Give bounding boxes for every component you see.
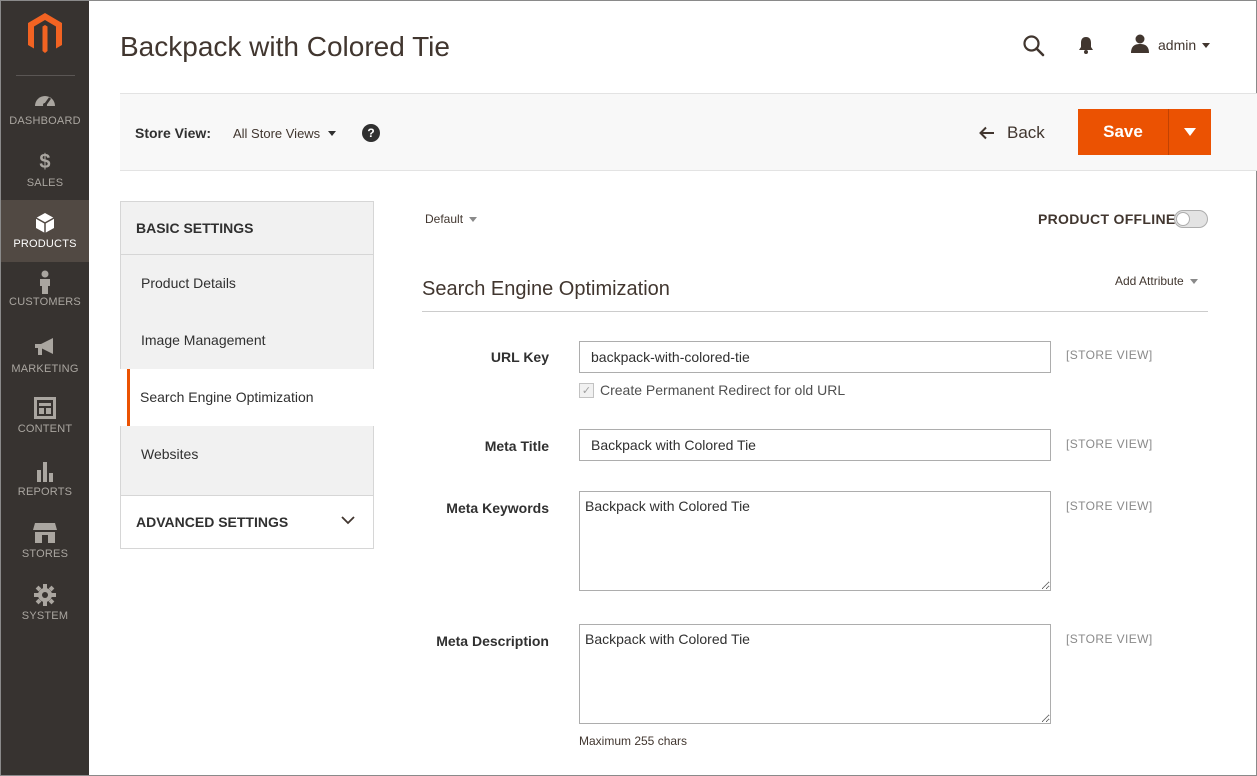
meta-keywords-textarea[interactable]: Backpack with Colored Tie bbox=[579, 491, 1051, 591]
storefront-icon bbox=[1, 522, 89, 546]
toggle-knob bbox=[1176, 212, 1190, 226]
save-options-toggle[interactable] bbox=[1169, 109, 1211, 155]
product-tabs: BASIC SETTINGS Product Details Image Man… bbox=[120, 201, 374, 549]
caret-down-icon bbox=[469, 216, 478, 222]
meta-description-label: Meta Description bbox=[436, 633, 549, 649]
nav-reports-label: REPORTS bbox=[17, 486, 73, 498]
store-view-switcher[interactable]: All Store Views bbox=[233, 126, 337, 141]
megaphone-icon bbox=[1, 337, 89, 361]
page-actions-bar: Store View: All Store Views ? Back Save bbox=[120, 93, 1257, 171]
meta-keywords-label: Meta Keywords bbox=[446, 500, 549, 516]
permanent-redirect-label: Create Permanent Redirect for old URL bbox=[600, 382, 846, 398]
gear-icon bbox=[1, 584, 89, 608]
search-icon[interactable] bbox=[1022, 34, 1046, 58]
tab-image-management[interactable]: Image Management bbox=[120, 312, 374, 369]
permanent-redirect-checkbox[interactable]: ✓ Create Permanent Redirect for old URL bbox=[579, 382, 845, 398]
advanced-settings-title: ADVANCED SETTINGS bbox=[136, 514, 289, 530]
back-label: Back bbox=[1007, 123, 1045, 142]
caret-down-icon bbox=[1189, 278, 1198, 284]
chevron-down-icon bbox=[1202, 42, 1211, 48]
section-title: Search Engine Optimization bbox=[422, 278, 670, 300]
back-button[interactable]: Back bbox=[979, 123, 1045, 143]
store-view-label: Store View: bbox=[135, 125, 211, 141]
nav-sales-label: SALES bbox=[26, 177, 64, 189]
nav-customers-label: CUSTOMERS bbox=[9, 296, 81, 308]
section-divider bbox=[422, 311, 1208, 312]
tab-websites[interactable]: Websites bbox=[120, 426, 374, 496]
nav-reports[interactable]: REPORTS bbox=[1, 460, 89, 522]
magento-logo-icon[interactable] bbox=[25, 11, 65, 55]
scope-tag: [STORE VIEW] bbox=[1066, 437, 1153, 451]
store-view-value: All Store Views bbox=[233, 126, 321, 141]
layout-icon bbox=[1, 397, 89, 421]
product-status-toggle[interactable] bbox=[1174, 210, 1208, 228]
arrow-left-icon bbox=[979, 126, 994, 140]
help-icon[interactable]: ? bbox=[362, 124, 380, 142]
tab-product-details[interactable]: Product Details bbox=[120, 255, 374, 312]
nav-products-label: PRODUCTS bbox=[13, 238, 77, 250]
checkmark-icon: ✓ bbox=[579, 382, 594, 398]
add-attribute-label: Add Attribute bbox=[1115, 274, 1184, 288]
page-title: Backpack with Colored Tie bbox=[120, 31, 450, 62]
scope-tag: [STORE VIEW] bbox=[1066, 632, 1153, 646]
nav-system-label: SYSTEM bbox=[21, 610, 69, 622]
meta-description-textarea[interactable]: Backpack with Colored Tie bbox=[579, 624, 1051, 724]
bell-icon[interactable] bbox=[1076, 35, 1096, 55]
scope-tag: [STORE VIEW] bbox=[1066, 499, 1153, 513]
nav-system[interactable]: SYSTEM bbox=[1, 584, 89, 646]
product-offline-label: PRODUCT OFFLINE bbox=[1038, 211, 1176, 227]
nav-stores-label: STORES bbox=[21, 548, 69, 560]
scope-switcher[interactable]: Default bbox=[425, 212, 478, 226]
save-button[interactable]: Save bbox=[1078, 109, 1169, 155]
max-chars-note: Maximum 255 chars bbox=[579, 734, 688, 748]
url-key-label: URL Key bbox=[490, 349, 549, 365]
save-button-group: Save bbox=[1078, 109, 1211, 155]
tab-search-engine-optimization[interactable]: Search Engine Optimization bbox=[127, 369, 374, 426]
dashboard-icon bbox=[1, 89, 89, 113]
sidebar-divider bbox=[16, 75, 75, 76]
meta-title-input[interactable] bbox=[579, 429, 1051, 461]
caret-down-icon bbox=[1184, 128, 1196, 136]
bar-chart-icon bbox=[1, 460, 89, 484]
chevron-down-icon bbox=[341, 516, 355, 525]
user-icon bbox=[1130, 33, 1150, 58]
nav-dashboard-label: DASHBOARD bbox=[9, 115, 81, 127]
user-menu[interactable]: admin bbox=[1130, 33, 1211, 58]
nav-dashboard[interactable]: DASHBOARD bbox=[1, 89, 89, 151]
cube-icon bbox=[1, 212, 89, 236]
nav-content-label: CONTENT bbox=[17, 423, 73, 435]
scope-switcher-value: Default bbox=[425, 212, 464, 226]
nav-products[interactable]: PRODUCTS bbox=[1, 200, 89, 262]
admin-sidebar: DASHBOARD $ SALES PRODUCTS CUSTOMERS MAR… bbox=[1, 1, 89, 775]
add-attribute-button[interactable]: Add Attribute bbox=[1115, 274, 1198, 288]
user-name: admin bbox=[1158, 37, 1197, 53]
nav-marketing[interactable]: MARKETING bbox=[1, 337, 89, 399]
chevron-down-icon bbox=[328, 131, 337, 136]
dollar-icon: $ bbox=[39, 151, 51, 173]
scope-tag: [STORE VIEW] bbox=[1066, 348, 1153, 362]
url-key-input[interactable] bbox=[579, 341, 1051, 373]
meta-title-label: Meta Title bbox=[484, 438, 549, 454]
nav-stores[interactable]: STORES bbox=[1, 522, 89, 584]
nav-customers[interactable]: CUSTOMERS bbox=[1, 270, 89, 332]
basic-settings-title: BASIC SETTINGS bbox=[120, 201, 374, 255]
nav-content[interactable]: CONTENT bbox=[1, 397, 89, 459]
nav-marketing-label: MARKETING bbox=[11, 363, 79, 375]
person-icon bbox=[1, 270, 89, 294]
advanced-settings-toggle[interactable]: ADVANCED SETTINGS bbox=[120, 496, 374, 549]
